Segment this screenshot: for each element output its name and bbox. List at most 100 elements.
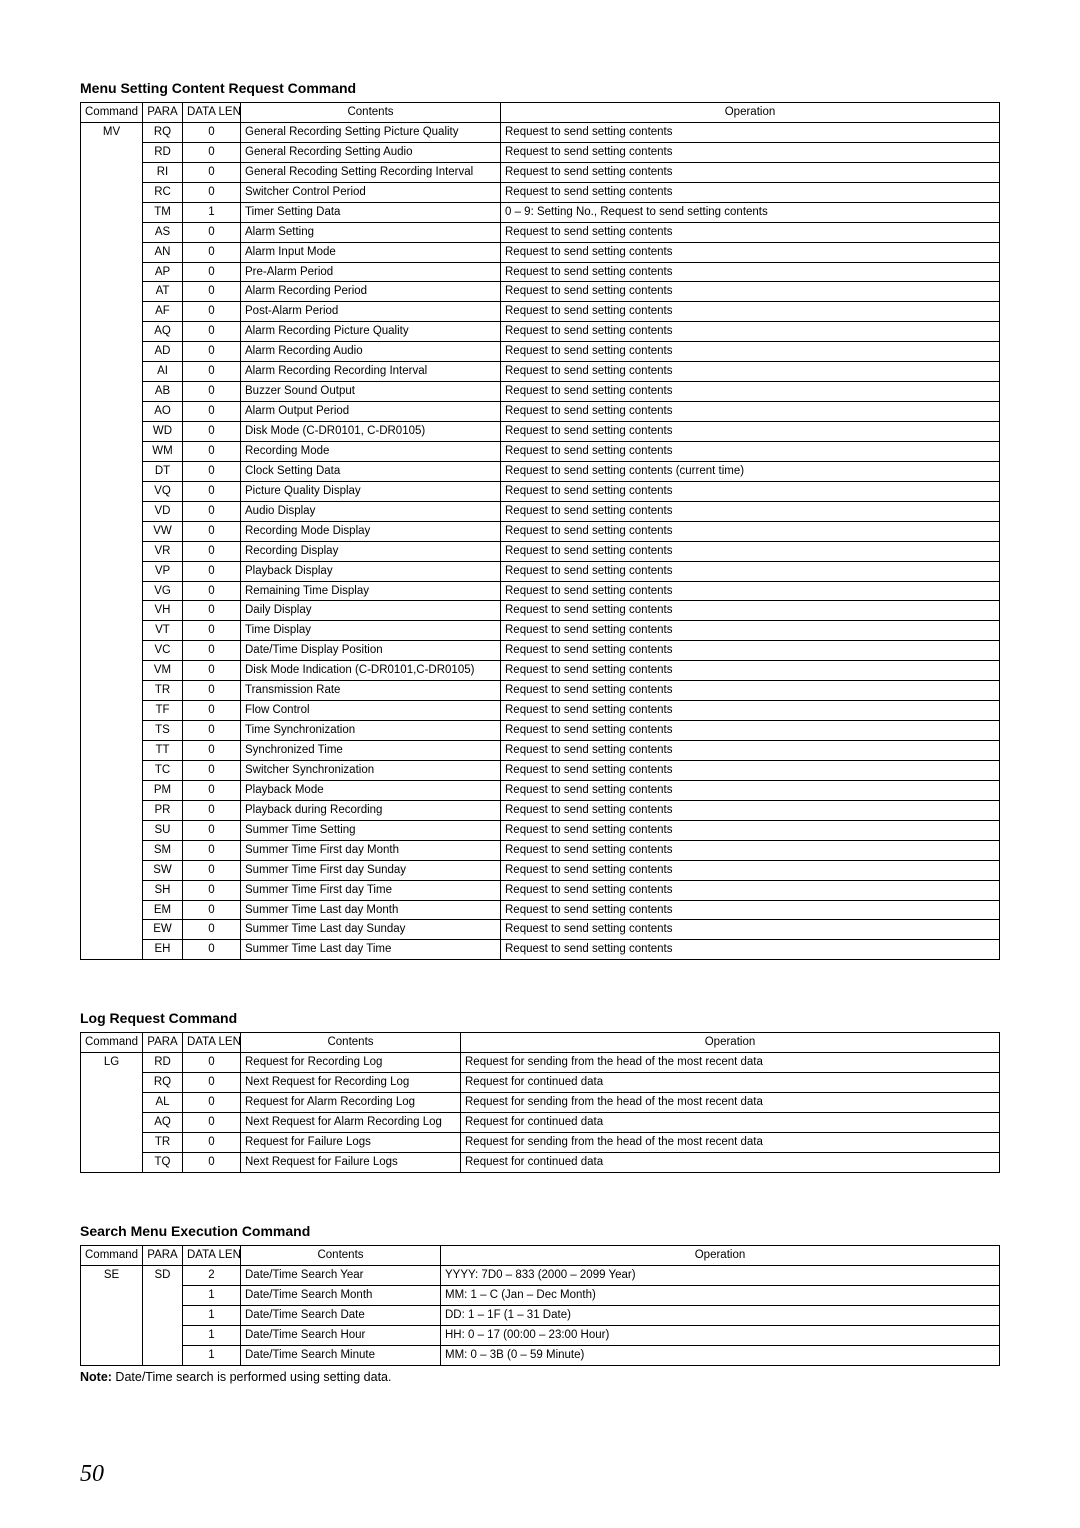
table-row: AD0Alarm Recording AudioRequest to send … — [81, 342, 1000, 362]
cell-datalen: 0 — [183, 860, 241, 880]
cell-operation: Request for sending from the head of the… — [461, 1093, 1000, 1113]
cell-para: DT — [143, 461, 183, 481]
cell-contents: Alarm Recording Picture Quality — [241, 322, 501, 342]
cell-contents: Time Display — [241, 621, 501, 641]
cell-operation: Request to send setting contents — [501, 840, 1000, 860]
cell-para: VD — [143, 501, 183, 521]
cell-datalen: 0 — [183, 601, 241, 621]
cell-operation: Request to send setting contents — [501, 182, 1000, 202]
cell-contents: Date/Time Search Year — [241, 1265, 441, 1285]
table-row: VG0Remaining Time DisplayRequest to send… — [81, 581, 1000, 601]
cell-operation: 0 – 9: Setting No., Request to send sett… — [501, 202, 1000, 222]
cell-operation: Request to send setting contents — [501, 581, 1000, 601]
cell-datalen: 0 — [183, 142, 241, 162]
cell-contents: Summer Time First day Month — [241, 840, 501, 860]
th-contents: Contents — [241, 103, 501, 123]
cell-contents: Picture Quality Display — [241, 481, 501, 501]
cell-contents: Clock Setting Data — [241, 461, 501, 481]
cell-contents: Buzzer Sound Output — [241, 382, 501, 402]
cell-contents: Summer Time Setting — [241, 820, 501, 840]
table-row: VD0Audio DisplayRequest to send setting … — [81, 501, 1000, 521]
cell-datalen: 0 — [183, 162, 241, 182]
table-row: LGRD0Request for Recording LogRequest fo… — [81, 1053, 1000, 1073]
cell-contents: Pre-Alarm Period — [241, 262, 501, 282]
cell-datalen: 1 — [183, 1345, 241, 1365]
cell-operation: Request to send setting contents — [501, 402, 1000, 422]
table-row: VT0Time DisplayRequest to send setting c… — [81, 621, 1000, 641]
cell-para: AD — [143, 342, 183, 362]
cell-operation: Request to send setting contents — [501, 342, 1000, 362]
cell-contents: General Recording Setting Picture Qualit… — [241, 122, 501, 142]
cell-contents: Alarm Recording Recording Interval — [241, 362, 501, 382]
cell-operation: Request for sending from the head of the… — [461, 1133, 1000, 1153]
cell-operation: Request to send setting contents — [501, 641, 1000, 661]
table-row: EW0Summer Time Last day SundayRequest to… — [81, 920, 1000, 940]
cell-datalen: 0 — [183, 780, 241, 800]
cell-para: AS — [143, 222, 183, 242]
cell-contents: Recording Display — [241, 541, 501, 561]
cell-operation: Request for sending from the head of the… — [461, 1053, 1000, 1073]
table-row: SH0Summer Time First day TimeRequest to … — [81, 880, 1000, 900]
cell-operation: Request to send setting contents — [501, 282, 1000, 302]
cell-datalen: 0 — [183, 1113, 241, 1133]
cell-datalen: 0 — [183, 422, 241, 442]
table-row: PR0Playback during RecordingRequest to s… — [81, 800, 1000, 820]
cell-operation: Request to send setting contents — [501, 721, 1000, 741]
cell-para: SM — [143, 840, 183, 860]
cell-para: VP — [143, 561, 183, 581]
note-body: Date/Time search is performed using sett… — [112, 1370, 392, 1384]
th-datalen: DATA LEN — [183, 103, 241, 123]
cell-para: EW — [143, 920, 183, 940]
cell-contents: Daily Display — [241, 601, 501, 621]
table-row: VR0Recording DisplayRequest to send sett… — [81, 541, 1000, 561]
cell-operation: Request to send setting contents — [501, 142, 1000, 162]
th-contents: Contents — [241, 1245, 441, 1265]
cell-datalen: 0 — [183, 402, 241, 422]
cell-operation: Request to send setting contents — [501, 780, 1000, 800]
cell-contents: Alarm Output Period — [241, 402, 501, 422]
th-contents: Contents — [241, 1033, 461, 1053]
table-row: AF0Post-Alarm PeriodRequest to send sett… — [81, 302, 1000, 322]
cell-datalen: 0 — [183, 820, 241, 840]
cell-operation: Request to send setting contents — [501, 601, 1000, 621]
cell-contents: Date/Time Search Date — [241, 1305, 441, 1325]
cell-para: WM — [143, 441, 183, 461]
cell-operation: Request to send setting contents — [501, 422, 1000, 442]
cell-para: VW — [143, 521, 183, 541]
cell-para: AN — [143, 242, 183, 262]
table-row: WD0Disk Mode (C-DR0101, C-DR0105)Request… — [81, 422, 1000, 442]
cell-datalen: 0 — [183, 1073, 241, 1093]
cell-para: TR — [143, 681, 183, 701]
cell-contents: Summer Time First day Time — [241, 880, 501, 900]
cell-para: PR — [143, 800, 183, 820]
cell-para: VM — [143, 661, 183, 681]
cell-operation: Request to send setting contents — [501, 481, 1000, 501]
page-number: 50 — [80, 1461, 104, 1488]
cell-datalen: 0 — [183, 741, 241, 761]
cell-contents: Transmission Rate — [241, 681, 501, 701]
table-row: AI0Alarm Recording Recording IntervalReq… — [81, 362, 1000, 382]
table-row: AS0Alarm SettingRequest to send setting … — [81, 222, 1000, 242]
cell-para: RQ — [143, 1073, 183, 1093]
cell-para: PM — [143, 780, 183, 800]
table-row: EM0Summer Time Last day MonthRequest to … — [81, 900, 1000, 920]
cell-operation: Request for continued data — [461, 1073, 1000, 1093]
cell-contents: Alarm Setting — [241, 222, 501, 242]
cell-operation: Request to send setting contents — [501, 122, 1000, 142]
cell-para: SW — [143, 860, 183, 880]
cell-contents: Post-Alarm Period — [241, 302, 501, 322]
cell-operation: MM: 0 – 3B (0 – 59 Minute) — [441, 1345, 1000, 1365]
cell-para: TM — [143, 202, 183, 222]
cell-contents: Recording Mode Display — [241, 521, 501, 541]
cell-datalen: 1 — [183, 202, 241, 222]
cell-para: RD — [143, 1053, 183, 1073]
cell-operation: Request to send setting contents — [501, 800, 1000, 820]
cell-datalen: 0 — [183, 461, 241, 481]
cell-contents: Playback Mode — [241, 780, 501, 800]
table-row: TT0Synchronized TimeRequest to send sett… — [81, 741, 1000, 761]
table-row: AO0Alarm Output PeriodRequest to send se… — [81, 402, 1000, 422]
section-title-1: Menu Setting Content Request Command — [80, 80, 1000, 96]
cell-contents: Time Synchronization — [241, 721, 501, 741]
table-row: TM1Timer Setting Data0 – 9: Setting No.,… — [81, 202, 1000, 222]
table-row: VH0Daily DisplayRequest to send setting … — [81, 601, 1000, 621]
